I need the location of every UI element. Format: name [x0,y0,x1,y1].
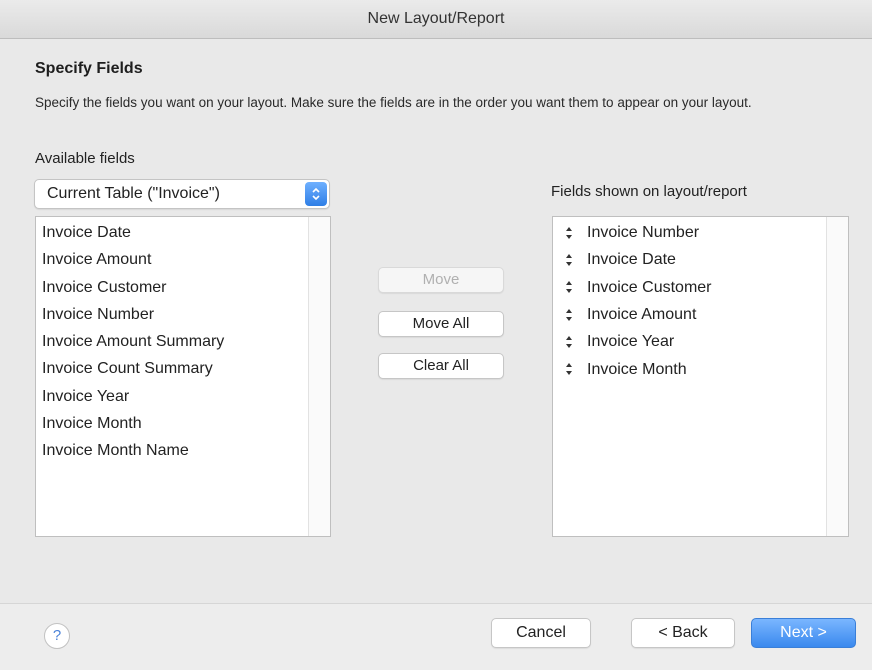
section-heading: Specify Fields [35,60,143,77]
available-field-item[interactable]: Invoice Date [36,219,330,246]
shown-field-label: Invoice Date [587,251,676,269]
select-stepper-icon [305,182,327,206]
section-description: Specify the fields you want on your layo… [35,95,752,110]
shown-fields-scrollbar[interactable] [826,217,848,536]
clear-all-button[interactable]: Clear All [378,353,504,379]
shown-field-label: Invoice Customer [587,278,712,296]
available-field-item[interactable]: Invoice Number [36,301,330,328]
shown-field-label: Invoice Amount [587,306,697,324]
back-button[interactable]: < Back [631,618,735,648]
reorder-handle-icon[interactable] [563,301,575,328]
available-field-item[interactable]: Invoice Amount Summary [36,328,330,355]
move-all-button[interactable]: Move All [378,311,504,337]
next-button[interactable]: Next > [751,618,856,648]
reorder-handle-icon[interactable] [563,219,575,246]
shown-field-label: Invoice Number [587,224,700,242]
available-field-item[interactable]: Invoice Customer [36,274,330,301]
reorder-handle-icon[interactable] [563,356,575,383]
available-fields-scrollbar[interactable] [308,217,330,536]
shown-field-label: Invoice Year [587,333,675,351]
table-select[interactable]: Current Table ("Invoice") [34,179,330,209]
reorder-handle-icon[interactable] [563,328,575,355]
cancel-button[interactable]: Cancel [491,618,591,648]
shown-field-item[interactable]: Invoice Number [553,219,848,246]
reorder-handle-icon[interactable] [563,274,575,301]
available-field-item[interactable]: Invoice Month Name [36,437,330,464]
shown-field-item[interactable]: Invoice Year [553,328,848,355]
available-field-item[interactable]: Invoice Month [36,410,330,437]
available-field-item[interactable]: Invoice Year [36,383,330,410]
window-title: New Layout/Report [0,0,872,39]
help-button[interactable]: ? [44,623,70,649]
table-select-value: Current Table ("Invoice") [47,185,220,202]
shown-field-label: Invoice Month [587,360,687,378]
shown-field-item[interactable]: Invoice Customer [553,274,848,301]
shown-field-item[interactable]: Invoice Month [553,355,848,382]
shown-fields-list[interactable]: Invoice Number Invoice Date Invoice Custom… [552,216,849,537]
dialog-footer [0,603,872,670]
available-fields-label: Available fields [35,150,135,167]
shown-field-item[interactable]: Invoice Amount [553,301,848,328]
shown-field-item[interactable]: Invoice Date [553,246,848,273]
available-field-item[interactable]: Invoice Count Summary [36,355,330,382]
shown-fields-label: Fields shown on layout/report [551,183,747,200]
move-button[interactable]: Move [378,267,504,293]
available-field-item[interactable]: Invoice Amount [36,246,330,273]
reorder-handle-icon[interactable] [563,246,575,273]
available-fields-list[interactable]: Invoice Date Invoice Amount Invoice Custom… [35,216,331,537]
